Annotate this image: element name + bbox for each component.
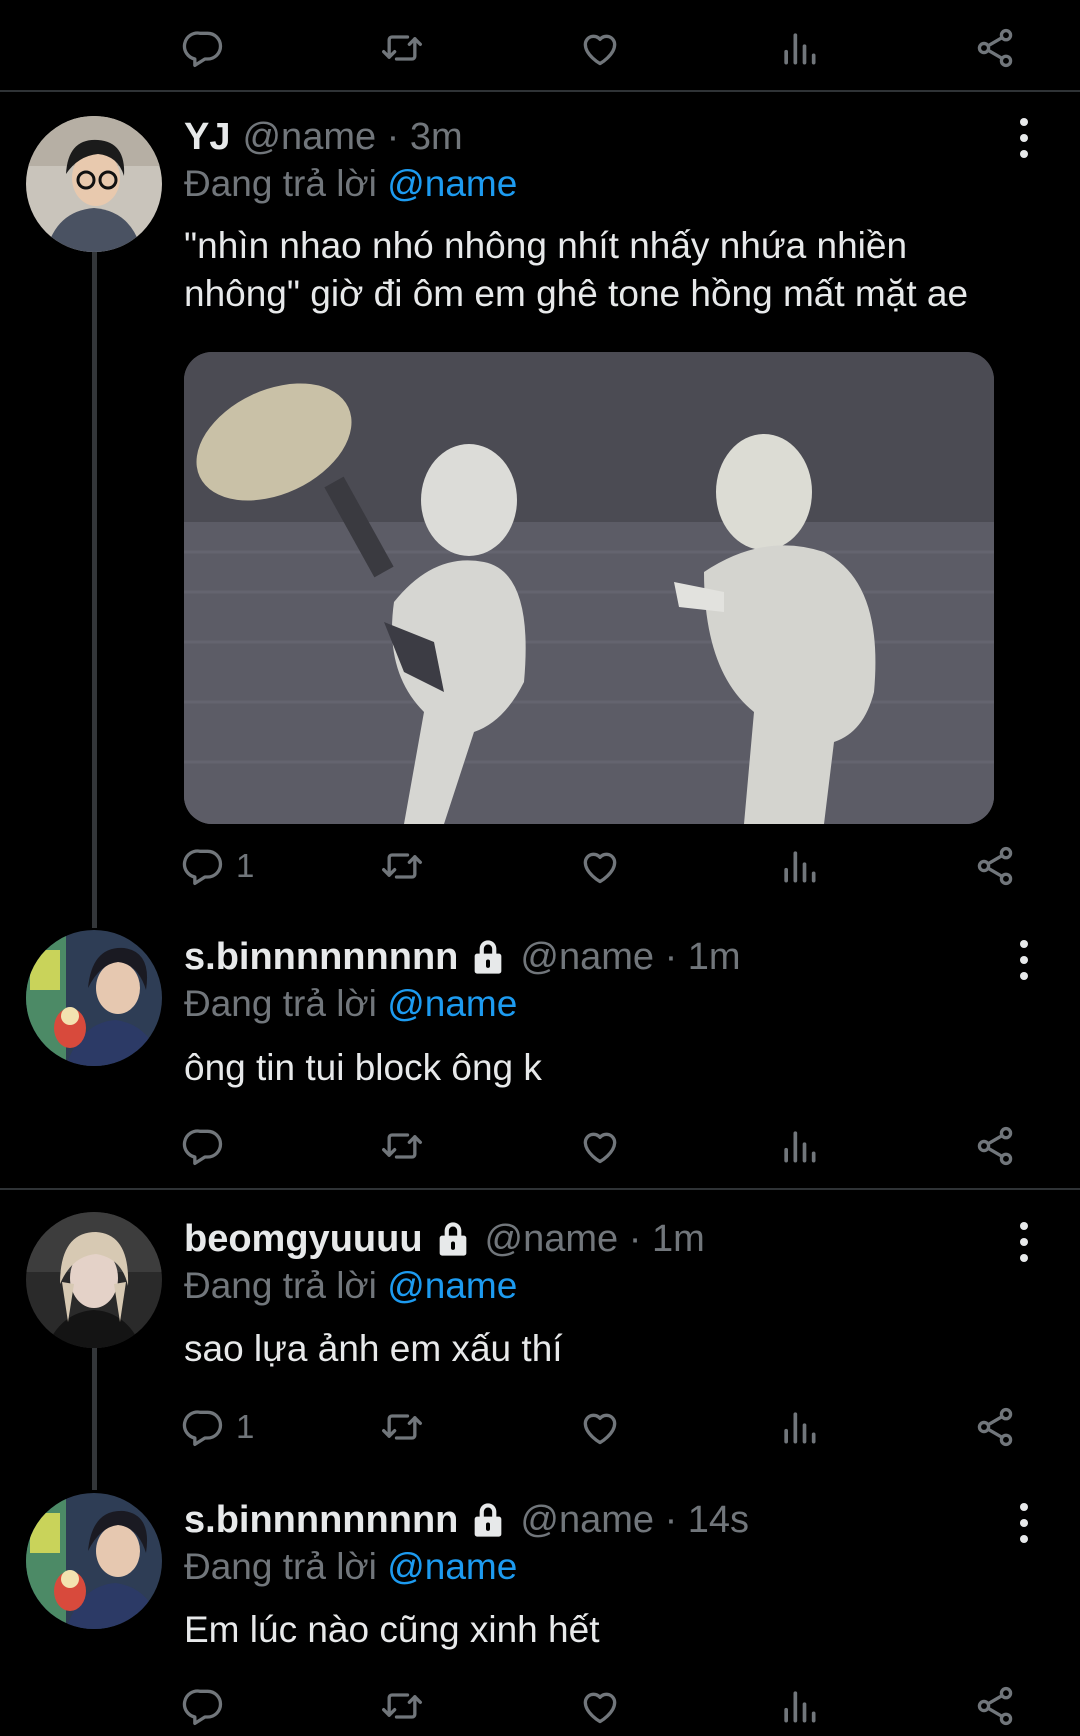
- mention-link[interactable]: @name: [387, 1265, 517, 1306]
- like-button[interactable]: [578, 18, 622, 78]
- like-button[interactable]: [578, 1676, 622, 1736]
- share-button[interactable]: [973, 1676, 1017, 1736]
- heart-icon: [578, 26, 622, 70]
- analytics-icon: [777, 1684, 821, 1728]
- share-button[interactable]: [973, 18, 1017, 78]
- analytics-icon: [777, 1405, 821, 1449]
- share-icon: [973, 1405, 1017, 1449]
- retweet-button[interactable]: [380, 836, 424, 896]
- heart-icon: [578, 1124, 622, 1168]
- avatar[interactable]: [26, 1493, 162, 1629]
- handle-time[interactable]: @name · 1m: [485, 1218, 705, 1261]
- tweet-actions-top: [0, 18, 1080, 78]
- heart-icon: [578, 1684, 622, 1728]
- reply-button[interactable]: [182, 1116, 236, 1176]
- retweet-icon: [380, 26, 424, 70]
- tweet-media[interactable]: [184, 352, 994, 824]
- replying-to: Đang trả lời @name: [184, 1546, 518, 1587]
- tweet-text: Em lúc nào cũng xinh hết: [184, 1609, 600, 1650]
- tweet-header: s.binnnnnnnnn @name · 1m: [184, 932, 741, 982]
- avatar[interactable]: [26, 1212, 162, 1348]
- retweet-icon: [380, 1124, 424, 1168]
- views-button[interactable]: [777, 1116, 821, 1176]
- more-button[interactable]: [1012, 118, 1036, 158]
- thread-line: [92, 252, 97, 928]
- retweet-button[interactable]: [380, 1397, 424, 1457]
- avatar[interactable]: [26, 116, 162, 252]
- reply-button[interactable]: 1: [182, 836, 254, 896]
- tweet-text: "nhìn nhao nhó nhông nhít nhấy nhứa nhiề…: [184, 225, 969, 314]
- views-button[interactable]: [777, 18, 821, 78]
- reply-button[interactable]: [182, 18, 236, 78]
- share-button[interactable]: [973, 1116, 1017, 1176]
- tweet-header: beomgyuuuu @name · 1m: [184, 1214, 705, 1264]
- replying-to: Đang trả lời @name: [184, 983, 518, 1024]
- like-button[interactable]: [578, 836, 622, 896]
- tweet-header: s.binnnnnnnnn @name · 14s: [184, 1495, 749, 1545]
- tweet-text: ông tin tui block ông k: [184, 1047, 542, 1088]
- lock-icon: [433, 1219, 473, 1259]
- share-icon: [973, 844, 1017, 888]
- like-button[interactable]: [578, 1116, 622, 1176]
- tweet-actions: [0, 1116, 1080, 1176]
- display-name[interactable]: beomgyuuuu: [184, 1218, 423, 1261]
- reply-icon: [182, 1405, 226, 1449]
- mention-link[interactable]: @name: [387, 163, 517, 204]
- reply-icon: [182, 1684, 226, 1728]
- replying-to: Đang trả lời @name: [184, 1265, 518, 1306]
- retweet-icon: [380, 1405, 424, 1449]
- avatar[interactable]: [26, 930, 162, 1066]
- tweet-actions: 1: [0, 836, 1080, 896]
- reply-icon: [182, 1124, 226, 1168]
- more-button[interactable]: [1012, 1222, 1036, 1262]
- reply-icon: [182, 26, 226, 70]
- handle-time[interactable]: @name · 3m: [242, 116, 462, 159]
- retweet-icon: [380, 1684, 424, 1728]
- share-icon: [973, 26, 1017, 70]
- views-button[interactable]: [777, 836, 821, 896]
- mention-link[interactable]: @name: [387, 1546, 517, 1587]
- analytics-icon: [777, 26, 821, 70]
- reply-button[interactable]: [182, 1676, 236, 1736]
- tweet-actions: 1: [0, 1397, 1080, 1457]
- tweet-header: YJ @name · 3m: [184, 112, 463, 162]
- reply-button[interactable]: 1: [182, 1397, 254, 1457]
- lock-icon: [468, 1500, 508, 1540]
- heart-icon: [578, 844, 622, 888]
- analytics-icon: [777, 1124, 821, 1168]
- share-icon: [973, 1684, 1017, 1728]
- views-button[interactable]: [777, 1397, 821, 1457]
- retweet-button[interactable]: [380, 1116, 424, 1176]
- tweet-actions: [0, 1676, 1080, 1736]
- views-button[interactable]: [777, 1676, 821, 1736]
- tweet-text: sao lựa ảnh em xấu thí: [184, 1328, 563, 1369]
- share-button[interactable]: [973, 1397, 1017, 1457]
- share-icon: [973, 1124, 1017, 1168]
- lock-icon: [468, 937, 508, 977]
- retweet-button[interactable]: [380, 1676, 424, 1736]
- reply-icon: [182, 844, 226, 888]
- reply-count: 1: [236, 847, 255, 884]
- handle-time[interactable]: @name · 1m: [520, 936, 740, 979]
- divider: [0, 90, 1080, 92]
- heart-icon: [578, 1405, 622, 1449]
- display-name[interactable]: YJ: [184, 116, 230, 159]
- reply-count: 1: [236, 1408, 255, 1445]
- more-button[interactable]: [1012, 1503, 1036, 1543]
- replying-to: Đang trả lời @name: [184, 163, 518, 204]
- display-name[interactable]: s.binnnnnnnnn: [184, 936, 458, 979]
- retweet-button[interactable]: [380, 18, 424, 78]
- share-button[interactable]: [973, 836, 1017, 896]
- display-name[interactable]: s.binnnnnnnnn: [184, 1499, 458, 1542]
- more-button[interactable]: [1012, 940, 1036, 980]
- handle-time[interactable]: @name · 14s: [520, 1499, 749, 1542]
- mention-link[interactable]: @name: [387, 983, 517, 1024]
- retweet-icon: [380, 844, 424, 888]
- analytics-icon: [777, 844, 821, 888]
- divider: [0, 1188, 1080, 1190]
- like-button[interactable]: [578, 1397, 622, 1457]
